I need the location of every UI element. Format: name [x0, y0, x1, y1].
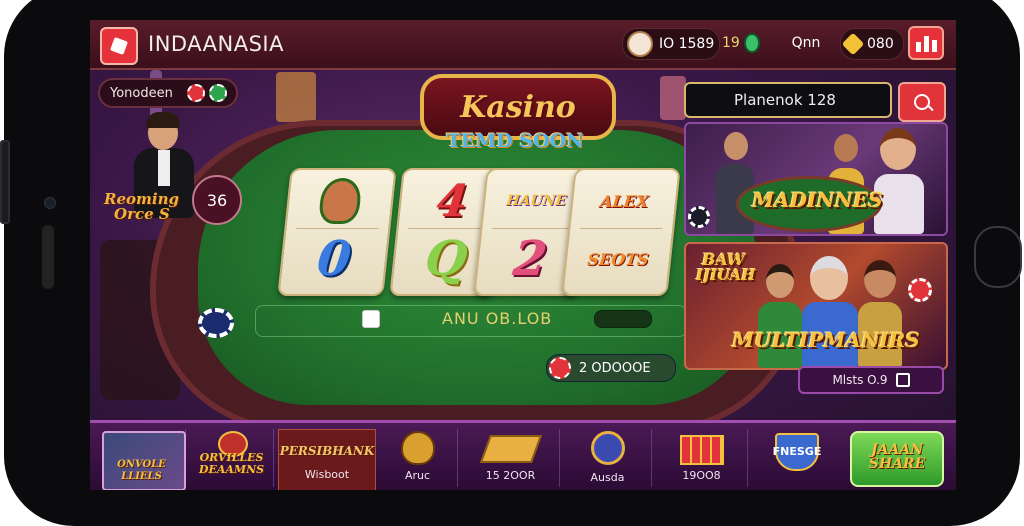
player-head: [834, 134, 858, 162]
bottom-item-sub: Aruc: [404, 469, 431, 482]
card-divider: [580, 228, 663, 229]
red-chip-icon: [186, 84, 205, 102]
bar-icon: [915, 42, 921, 52]
promo-line-2: Orce S: [114, 205, 170, 223]
user-value: Qnn: [791, 35, 821, 51]
bottom-item-sub: Ausda: [590, 471, 625, 484]
panel1-title: MADINNES: [752, 188, 883, 212]
poker-chip-icon: [198, 308, 234, 338]
player-head: [810, 256, 848, 300]
panel2-meta[interactable]: Mlsts O.9: [798, 366, 944, 394]
app-logo[interactable]: [100, 27, 138, 65]
bar-icon: [923, 36, 929, 52]
user-pill[interactable]: Qnn: [786, 28, 826, 58]
card-bottom: 0: [314, 231, 354, 287]
dice-icon: [362, 310, 380, 328]
bottom-item-ticket[interactable]: 15 2OOR: [462, 429, 560, 487]
balance-value: IO 1589: [659, 36, 715, 52]
room-label: Yonodeen: [110, 85, 173, 101]
bottom-navigation: ONVOLE LLIELS ORVILLES DEAAMNS PERSIBHAN…: [90, 420, 956, 490]
coin-icon: [590, 431, 625, 465]
coins-value: 080: [867, 36, 894, 52]
app-title: INDAANASIA: [148, 32, 284, 56]
game-panel-multiplayer[interactable]: BAW IJIUAH MULTIPMANIRS: [684, 242, 948, 370]
share-button-line2: SHARE: [868, 456, 926, 472]
bottom-item-ausda[interactable]: Ausda: [564, 429, 652, 487]
game-panel-madinnes[interactable]: MADINNES: [684, 122, 948, 236]
bottom-item-sub: LLIELS: [121, 471, 162, 482]
wallet-icon: [627, 31, 653, 57]
card-top: ALEX: [599, 191, 650, 211]
coins-pill[interactable]: 080: [840, 28, 904, 60]
card-top: [287, 176, 394, 226]
green-chip-icon: [208, 84, 227, 102]
stats-button[interactable]: [908, 26, 944, 60]
bottom-item-orvilles[interactable]: ORVILLES DEAAMNS: [190, 429, 274, 487]
bottom-item-aruc[interactable]: Aruc: [378, 429, 458, 487]
search-icon: [914, 94, 930, 110]
coin-icon: [841, 32, 865, 56]
share-button[interactable]: JAAAN SHARE: [850, 431, 944, 487]
gems-value: 19: [722, 35, 740, 51]
bottom-item-cards[interactable]: 19OO8: [656, 429, 748, 487]
gem-icon: [743, 33, 760, 53]
room-pill[interactable]: Yonodeen: [98, 78, 238, 108]
share-button-line1: JAAAN: [870, 442, 923, 458]
bottom-item-label: PERSIBHANK: [279, 444, 375, 458]
character-icon: [317, 178, 363, 224]
bottom-item-label: ONVOLE: [117, 459, 166, 470]
search-button[interactable]: [898, 82, 946, 122]
player-head: [880, 128, 916, 170]
cube-icon: [110, 37, 128, 55]
bottom-item-sub: 15 2OOR: [485, 469, 536, 482]
phone-side-button: [0, 140, 10, 224]
bottom-item-sub: DEAAMNS: [198, 463, 265, 476]
bottom-item-sub: Wisboot: [304, 468, 350, 481]
chip-stack-icon: [688, 206, 710, 228]
game-card[interactable]: ALEX SEOTS: [561, 168, 681, 296]
front-camera: [44, 197, 56, 209]
background-light: [660, 76, 686, 120]
bet-slot[interactable]: [594, 310, 652, 328]
players-badge[interactable]: 36: [192, 175, 242, 225]
money-bag-icon: [400, 431, 435, 465]
game-screen: INDAANASIA IO 1589 19 Qnn 080 Yonodeen R…: [90, 20, 956, 490]
card-divider: [296, 228, 379, 229]
dealer-shirt: [158, 150, 170, 186]
bottom-item-sub: 19OO8: [682, 469, 721, 482]
bottom-item-onvole[interactable]: ONVOLE LLIELS: [98, 429, 186, 490]
bar-icon: [931, 40, 937, 52]
gems-pill[interactable]: 19: [722, 28, 766, 58]
speaker-grille: [42, 225, 54, 289]
game-card[interactable]: 0: [277, 168, 397, 296]
balance-pill[interactable]: IO 1589: [622, 28, 720, 60]
panel2-meta-label: Mlsts O.9: [832, 373, 888, 387]
bet-label: 2 ODOOOE: [579, 360, 651, 376]
bottom-item-sub: FNESGE: [772, 445, 822, 458]
background-light: [276, 72, 316, 122]
player-head: [864, 260, 896, 298]
player-head: [724, 132, 748, 160]
share-icon: [895, 373, 910, 387]
player-head: [766, 264, 794, 298]
home-button[interactable]: [974, 226, 1022, 288]
dealer-hair: [146, 112, 180, 128]
chip-stack-icon: [908, 278, 932, 302]
ticket-icon: [479, 435, 542, 463]
panel2-title: MULTIPMANIRS: [732, 328, 920, 352]
kasino-subtitle: TEMD SOON: [446, 130, 584, 152]
promo-text: Reoming Orce S: [104, 192, 179, 222]
bet-chip-icon: [549, 357, 571, 379]
search-input[interactable]: Planenok 128: [684, 82, 892, 118]
card-divider: [492, 228, 575, 229]
table-info: ANU OB.LOB: [442, 309, 553, 328]
bottom-item-fnesge[interactable]: FNESGE: [752, 429, 842, 487]
bottom-item-persibhank[interactable]: PERSIBHANK Wisboot: [278, 429, 376, 490]
card-bottom: SEOTS: [586, 249, 650, 269]
cards-icon: [679, 435, 724, 465]
top-bar: INDAANASIA IO 1589 19 Qnn 080: [90, 20, 956, 70]
panel2-badge-line2: IJIUAH: [696, 266, 756, 284]
card-divider: [408, 228, 491, 229]
bet-pill[interactable]: 2 ODOOOE: [546, 354, 676, 382]
